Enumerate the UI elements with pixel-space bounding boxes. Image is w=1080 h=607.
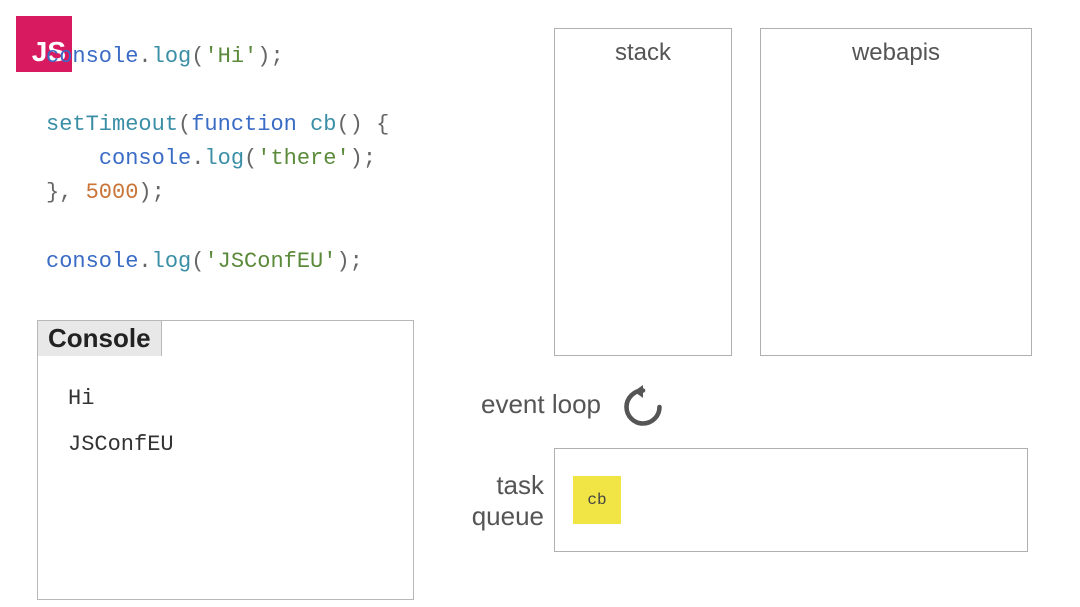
code-line-4: }, 5000); bbox=[46, 176, 389, 210]
console-line: JSConfEU bbox=[68, 422, 383, 468]
code-token: () { bbox=[336, 112, 389, 137]
code-token: . bbox=[138, 249, 151, 274]
webapis-box: webapis bbox=[760, 28, 1032, 356]
code-token: ); bbox=[350, 146, 376, 171]
code-token: ); bbox=[138, 180, 164, 205]
code-token: 'there' bbox=[257, 146, 349, 171]
code-token: . bbox=[138, 44, 151, 69]
task-item-cb: cb bbox=[573, 476, 621, 524]
code-indent bbox=[46, 146, 99, 171]
code-token: console bbox=[46, 249, 138, 274]
stack-title: stack bbox=[555, 29, 731, 67]
code-token: log bbox=[204, 146, 244, 171]
task-queue-label: task queue bbox=[464, 470, 544, 532]
code-line-3: console.log('there'); bbox=[46, 142, 389, 176]
console-line: Hi bbox=[68, 376, 383, 422]
code-line-5: console.log('JSConfEU'); bbox=[46, 245, 389, 279]
code-line-2: setTimeout(function cb() { bbox=[46, 108, 389, 142]
console-title: Console bbox=[37, 320, 162, 356]
code-token: ); bbox=[336, 249, 362, 274]
code-token: 'JSConfEU' bbox=[204, 249, 336, 274]
webapis-title: webapis bbox=[761, 29, 1031, 67]
code-token: log bbox=[152, 249, 192, 274]
loop-arrow-icon bbox=[621, 385, 665, 429]
console-panel: Console Hi JSConfEU bbox=[37, 320, 414, 600]
code-token: function bbox=[191, 112, 297, 137]
code-token: ( bbox=[178, 112, 191, 137]
code-token: . bbox=[191, 146, 204, 171]
code-token: log bbox=[152, 44, 192, 69]
code-line-1: console.log('Hi'); bbox=[46, 40, 389, 74]
code-token: setTimeout bbox=[46, 112, 178, 137]
event-loop-label: event loop bbox=[481, 389, 601, 420]
code-token: cb bbox=[310, 112, 336, 137]
code-token: }, bbox=[46, 180, 86, 205]
code-token: ( bbox=[191, 249, 204, 274]
task-queue-box: cb bbox=[554, 448, 1028, 552]
code-token: 5000 bbox=[86, 180, 139, 205]
code-token: ( bbox=[191, 44, 204, 69]
code-token: ( bbox=[244, 146, 257, 171]
code-token: console bbox=[46, 44, 138, 69]
code-area: console.log('Hi'); setTimeout(function c… bbox=[46, 40, 389, 279]
code-token bbox=[297, 112, 310, 137]
code-token: 'Hi' bbox=[204, 44, 257, 69]
stack-box: stack bbox=[554, 28, 732, 356]
code-token: ); bbox=[257, 44, 283, 69]
code-token: console bbox=[99, 146, 191, 171]
